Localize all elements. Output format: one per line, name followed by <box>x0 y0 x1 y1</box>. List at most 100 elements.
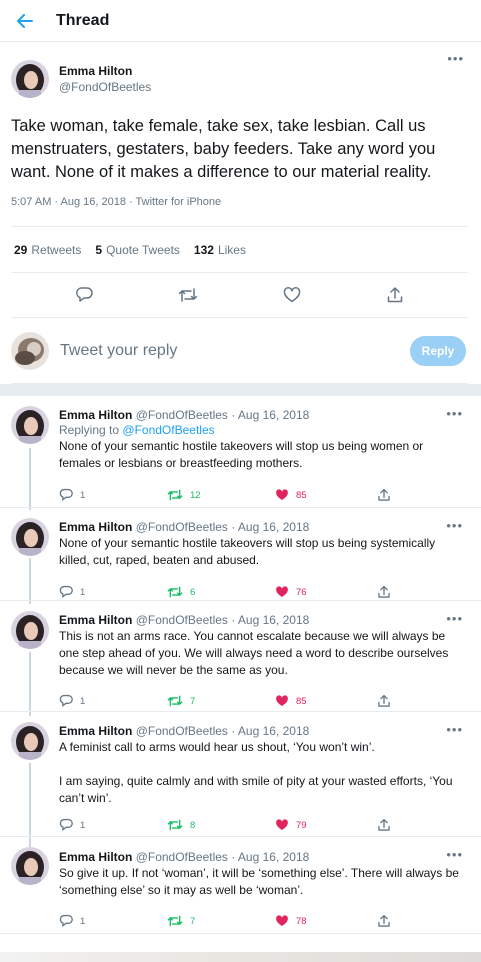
reply-icon <box>59 818 73 831</box>
avatar[interactable] <box>11 611 49 649</box>
retweet-icon <box>167 586 183 598</box>
retweet-button[interactable]: 7 <box>167 914 275 928</box>
more-options-icon[interactable]: ••• <box>446 406 463 421</box>
reply-button[interactable] <box>75 286 94 304</box>
heart-filled-icon <box>276 586 288 598</box>
retweets-stat[interactable]: 29 Retweets <box>14 243 81 257</box>
reply-author-name[interactable]: Emma Hilton <box>59 613 132 627</box>
reply-author-name[interactable]: Emma Hilton <box>59 520 132 534</box>
like-button[interactable]: 78 <box>275 914 377 928</box>
share-icon <box>378 818 390 831</box>
avatar <box>11 331 49 370</box>
author-display-name[interactable]: Emma Hilton <box>59 63 151 79</box>
tweet-actions <box>11 273 468 317</box>
retweet-icon <box>178 288 198 302</box>
reply-author-name[interactable]: Emma Hilton <box>59 850 132 864</box>
reply-button[interactable]: 1 <box>59 488 167 502</box>
reply-author-name[interactable]: Emma Hilton <box>59 724 132 738</box>
avatar[interactable] <box>11 59 49 98</box>
share-button[interactable] <box>377 694 391 708</box>
tweet-stats: 29 Retweets 5 Quote Tweets 132 Likes <box>11 227 468 272</box>
list-item[interactable]: ••• Emma Hilton @FondOfBeetles · Aug 16,… <box>0 508 481 601</box>
more-options-icon[interactable]: ••• <box>446 847 463 862</box>
heart-filled-icon <box>276 819 288 831</box>
share-button[interactable] <box>386 286 404 304</box>
reply-handle-date[interactable]: @FondOfBeetles · Aug 16, 2018 <box>136 613 310 627</box>
reply-text: So give it up. If not ‘woman’, it will b… <box>59 866 459 897</box>
reply-handle-date[interactable]: @FondOfBeetles · Aug 16, 2018 <box>136 850 310 864</box>
page-title: Thread <box>56 11 110 29</box>
reply-icon <box>59 585 73 598</box>
reply-author-name[interactable]: Emma Hilton <box>59 408 132 422</box>
reply-text: None of your semantic hostile takeovers … <box>59 439 424 470</box>
retweet-button[interactable]: 12 <box>167 488 275 502</box>
share-button[interactable] <box>377 585 391 599</box>
share-icon <box>378 488 390 501</box>
retweet-icon <box>167 915 183 927</box>
share-button[interactable] <box>377 818 391 832</box>
list-item[interactable]: ••• Emma Hilton @FondOfBeetles · Aug 16,… <box>0 712 481 837</box>
more-options-icon[interactable]: ••• <box>447 52 464 65</box>
tweet-text: Take woman, take female, take sex, take … <box>11 117 436 181</box>
reply-icon <box>59 914 73 927</box>
share-button[interactable] <box>377 488 391 502</box>
replying-to-link[interactable]: @FondOfBeetles <box>122 423 214 437</box>
author-handle[interactable]: @FondOfBeetles <box>59 79 151 95</box>
avatar[interactable] <box>11 847 49 885</box>
arrow-left-icon <box>17 13 33 28</box>
share-button[interactable] <box>377 914 391 928</box>
avatar[interactable] <box>11 406 49 444</box>
more-options-icon[interactable]: ••• <box>446 611 463 626</box>
thread-replies: ••• Emma Hilton @FondOfBeetles · Aug 16,… <box>0 396 481 934</box>
likes-stat[interactable]: 132 Likes <box>194 243 246 257</box>
retweet-icon <box>167 819 183 831</box>
like-button[interactable]: 85 <box>275 488 377 502</box>
heart-icon <box>283 287 301 303</box>
share-icon <box>378 914 390 927</box>
retweet-button[interactable]: 7 <box>167 694 275 708</box>
like-button[interactable]: 76 <box>275 585 377 599</box>
reply-handle-date[interactable]: @FondOfBeetles · Aug 16, 2018 <box>136 408 310 422</box>
reply-button[interactable]: 1 <box>59 818 167 832</box>
reply-text: None of your semantic hostile takeovers … <box>59 536 436 567</box>
more-options-icon[interactable]: ••• <box>446 518 463 533</box>
more-options-icon[interactable]: ••• <box>446 722 463 737</box>
replying-to: Replying to @FondOfBeetles <box>59 423 215 437</box>
avatar[interactable] <box>11 518 49 556</box>
heart-filled-icon <box>276 915 288 927</box>
retweet-button[interactable] <box>178 286 198 304</box>
header-bar: Thread <box>0 0 481 42</box>
main-tweet: Emma Hilton @FondOfBeetles ••• Take woma… <box>0 42 481 384</box>
list-item[interactable]: ••• Emma Hilton @FondOfBeetles · Aug 16,… <box>0 837 481 934</box>
reply-submit-button[interactable]: Reply <box>410 336 466 366</box>
reply-input[interactable]: Tweet your reply <box>60 342 177 360</box>
reply-text: This is not an arms race. You cannot esc… <box>59 629 449 677</box>
list-item[interactable]: ••• Emma Hilton @FondOfBeetles · Aug 16,… <box>0 601 481 712</box>
tweet-timestamp[interactable]: 5:07 AM · Aug 16, 2018 · Twitter for iPh… <box>11 196 468 214</box>
section-separator <box>0 384 481 396</box>
like-button[interactable]: 85 <box>275 694 377 708</box>
reply-button[interactable]: 1 <box>59 585 167 599</box>
reply-handle-date[interactable]: @FondOfBeetles · Aug 16, 2018 <box>136 724 310 738</box>
reply-icon <box>59 694 73 707</box>
like-button[interactable]: 79 <box>275 818 377 832</box>
heart-filled-icon <box>276 695 288 707</box>
retweet-icon <box>167 489 183 501</box>
avatar[interactable] <box>11 722 49 760</box>
share-icon <box>378 585 390 598</box>
like-button[interactable] <box>283 286 301 304</box>
reply-button[interactable]: 1 <box>59 914 167 928</box>
reply-icon <box>76 287 94 302</box>
list-item[interactable]: ••• Emma Hilton @FondOfBeetles · Aug 16,… <box>0 396 481 508</box>
back-button[interactable] <box>14 10 36 32</box>
bottom-edge <box>0 952 481 962</box>
quote-tweets-stat[interactable]: 5 Quote Tweets <box>95 243 180 257</box>
retweet-button[interactable]: 6 <box>167 585 275 599</box>
heart-filled-icon <box>276 489 288 501</box>
reply-icon <box>59 488 73 501</box>
retweet-icon <box>167 695 183 707</box>
reply-composer: Tweet your reply Reply <box>11 318 468 384</box>
reply-handle-date[interactable]: @FondOfBeetles · Aug 16, 2018 <box>136 520 310 534</box>
retweet-button[interactable]: 8 <box>167 818 275 832</box>
reply-button[interactable]: 1 <box>59 694 167 708</box>
